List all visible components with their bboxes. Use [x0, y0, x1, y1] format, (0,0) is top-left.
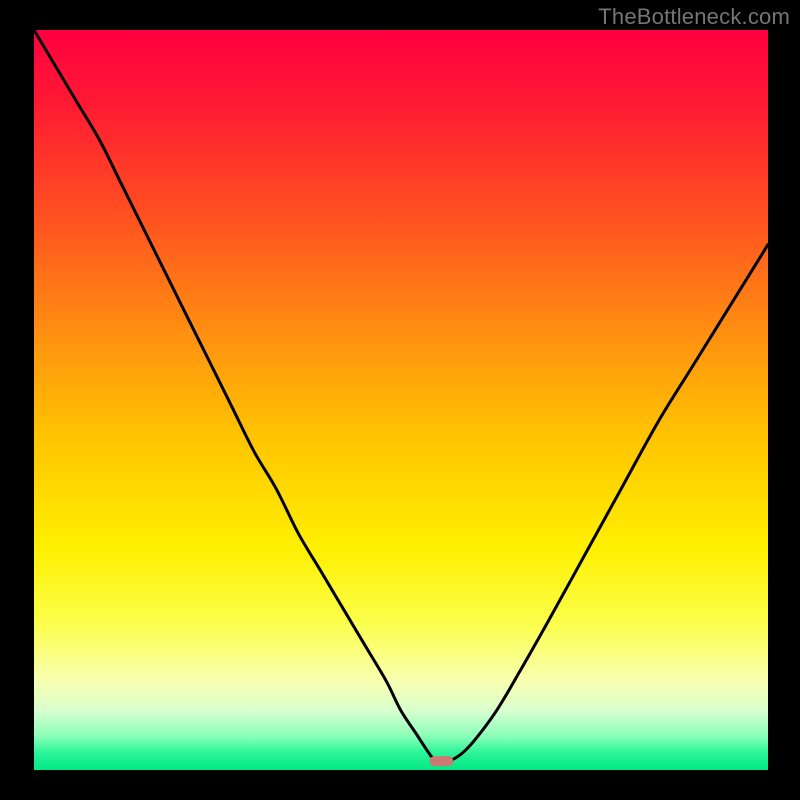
chart-svg: [34, 30, 768, 770]
chart-frame: TheBottleneck.com: [0, 0, 800, 800]
chart-plot-area: [34, 30, 768, 770]
optimal-point: [429, 756, 453, 766]
optimal-point-marker: [429, 756, 453, 766]
chart-background: [34, 30, 768, 770]
watermark-text: TheBottleneck.com: [598, 4, 790, 30]
